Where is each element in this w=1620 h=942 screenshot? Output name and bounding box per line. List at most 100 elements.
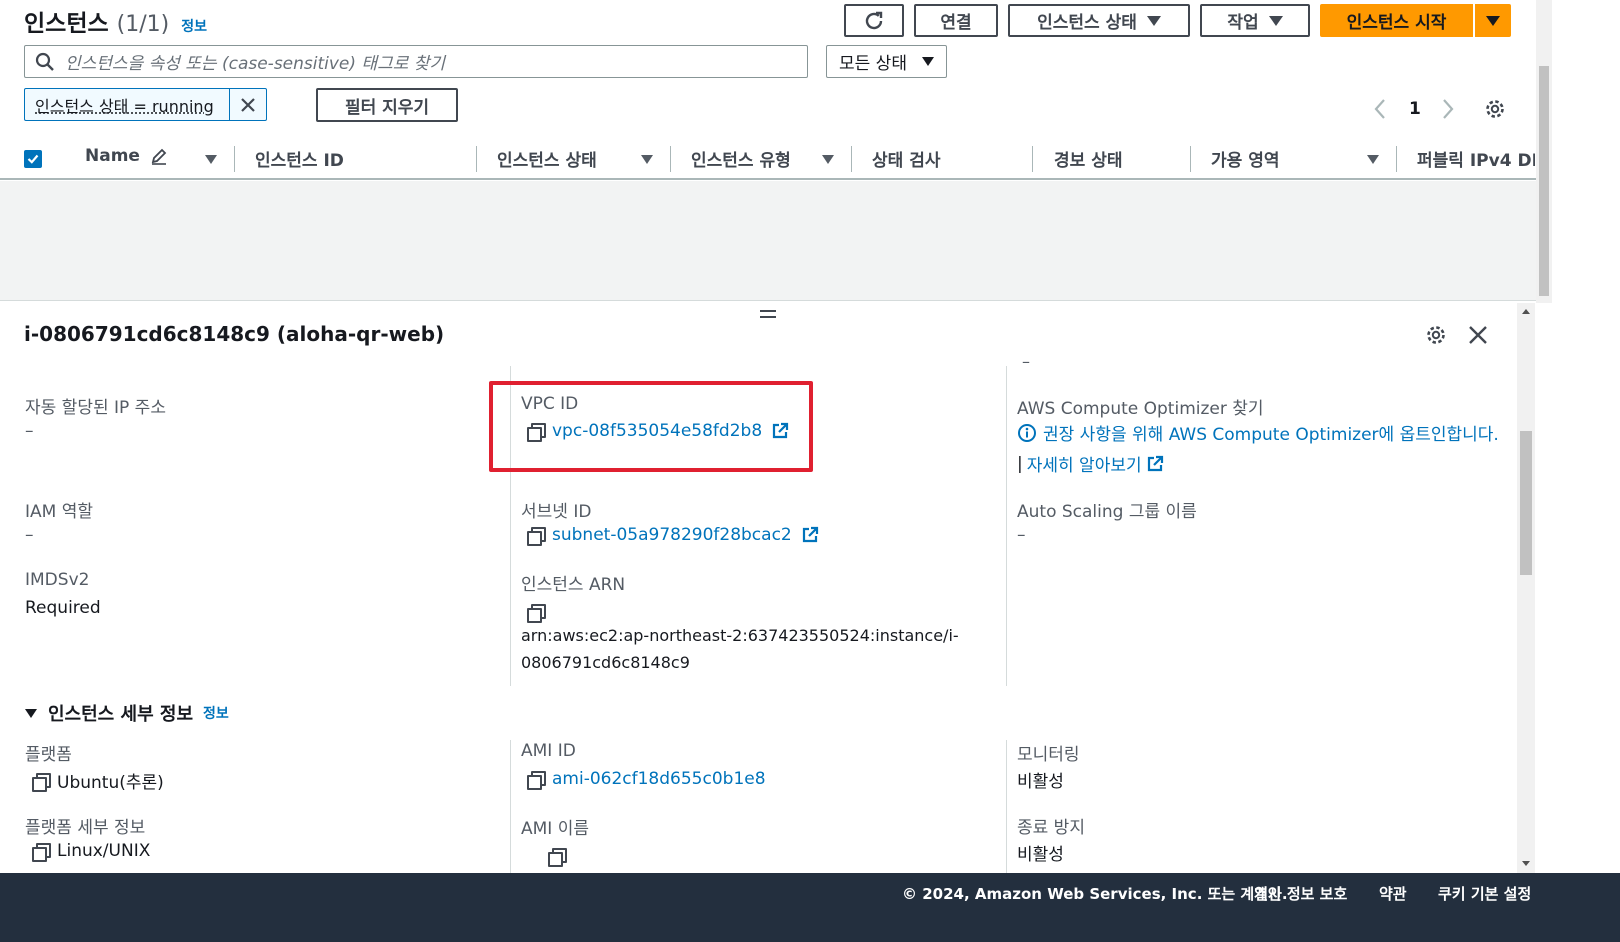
termination-protection-value: 비활성 xyxy=(1017,845,1064,865)
scroll-up-icon[interactable] xyxy=(1521,307,1531,315)
filter-caret-icon[interactable] xyxy=(1367,155,1379,164)
search-icon xyxy=(35,52,54,71)
info-link[interactable]: 정보 xyxy=(181,16,207,36)
external-link-icon xyxy=(773,422,789,439)
column-divider xyxy=(1006,366,1007,686)
platform-value: Ubuntu(추론) xyxy=(57,773,164,793)
caret-down-icon xyxy=(1146,15,1161,26)
footer xyxy=(0,873,1620,942)
imdsv2-label: IMDSv2 xyxy=(25,570,90,590)
footer-terms-link[interactable]: 약관 xyxy=(1379,883,1407,904)
subnet-id-row: subnet-05a978290f28bcac2 xyxy=(527,525,819,546)
filter-caret-icon[interactable] xyxy=(641,155,653,164)
subnet-id-link[interactable]: subnet-05a978290f28bcac2 xyxy=(552,525,792,545)
column-divider xyxy=(1006,740,1007,874)
instance-count: (1/1) xyxy=(116,12,170,37)
page-title: 인스턴스 xyxy=(24,11,109,37)
subnet-id-label: 서브넷 ID xyxy=(521,502,592,522)
table-settings-button[interactable] xyxy=(1484,98,1506,124)
copy-icon[interactable] xyxy=(32,843,51,862)
filter-caret-icon[interactable] xyxy=(205,155,217,164)
launch-instance-button[interactable]: 인스턴스 시작 xyxy=(1320,4,1473,37)
refresh-button[interactable] xyxy=(844,4,904,37)
column-header-instance-type[interactable]: 인스턴스 유형 xyxy=(691,146,791,171)
compute-optimizer-opt-in-link[interactable]: 권장 사항을 위해 AWS Compute Optimizer에 옵트인합니다. xyxy=(1043,420,1499,445)
detail-settings-button[interactable] xyxy=(1425,324,1447,350)
column-header-alarm-status[interactable]: 경보 상태 xyxy=(1054,146,1122,171)
learn-more-row: | 자세히 알아보기 xyxy=(1017,451,1164,476)
compute-optimizer-label: AWS Compute Optimizer 찾기 xyxy=(1017,399,1264,419)
close-detail-button[interactable] xyxy=(1468,325,1488,349)
vpc-id-link[interactable]: vpc-08f535054e58fd2b8 xyxy=(552,421,762,441)
copy-icon[interactable] xyxy=(527,603,546,623)
footer-privacy-link[interactable]: 개인 정보 보호 xyxy=(1254,883,1347,904)
copy-icon[interactable] xyxy=(527,423,546,442)
launch-instance-menu-button[interactable] xyxy=(1475,4,1511,37)
footer-copyright: © 2024, Amazon Web Services, Inc. 또는 계열사… xyxy=(902,885,1288,903)
actions-dropdown[interactable]: 작업 xyxy=(1200,4,1310,37)
close-icon xyxy=(241,97,255,112)
checkmark-icon xyxy=(27,154,39,164)
external-link-icon xyxy=(802,526,818,543)
instance-state-dropdown[interactable]: 인스턴스 상태 xyxy=(1008,4,1190,37)
state-filter-select[interactable]: 모든 상태 xyxy=(826,45,947,78)
detail-scrollbar[interactable] xyxy=(1517,303,1535,873)
column-header-status-check[interactable]: 상태 검사 xyxy=(872,146,940,171)
gear-icon xyxy=(1427,326,1445,344)
connect-button[interactable]: 연결 xyxy=(914,4,998,37)
main-scrollbar-thumb[interactable] xyxy=(1539,66,1549,296)
filter-token: 인스턴스 상태 = running xyxy=(24,88,267,121)
copy-icon[interactable] xyxy=(32,772,51,792)
info-icon xyxy=(1018,423,1036,442)
remove-filter-button[interactable] xyxy=(230,97,266,113)
next-page-button[interactable] xyxy=(1440,98,1456,124)
column-header-instance-state[interactable]: 인스턴스 상태 xyxy=(497,146,597,171)
column-header-instance-id[interactable]: 인스턴스 ID xyxy=(255,146,344,171)
ami-id-row: ami-062cf18d655c0b1e8 xyxy=(527,769,766,790)
column-header-availability-zone[interactable]: 가용 영역 xyxy=(1211,146,1279,171)
footer-cookies-link[interactable]: 쿠키 기본 설정 xyxy=(1438,883,1531,904)
detail-scrollbar-thumb[interactable] xyxy=(1520,431,1532,575)
caret-down-icon xyxy=(1268,15,1283,26)
copy-icon[interactable] xyxy=(527,771,546,790)
imdsv2-value: Required xyxy=(25,598,101,618)
info-link[interactable]: 정보 xyxy=(203,703,229,723)
iam-role-value: – xyxy=(25,525,34,545)
filter-caret-icon[interactable] xyxy=(822,155,834,164)
column-header-name[interactable]: Name xyxy=(85,146,168,166)
platform-row: Ubuntu(추론) xyxy=(32,768,164,793)
termination-protection-label: 종료 방지 xyxy=(1017,818,1085,838)
page-title-row: 인스턴스 (1/1) 정보 xyxy=(24,4,207,38)
clear-filters-button[interactable]: 필터 지우기 xyxy=(316,88,458,122)
platform-details-row: Linux/UNIX xyxy=(32,841,151,862)
ami-id-label: AMI ID xyxy=(521,741,576,761)
separator-bar: | xyxy=(1017,453,1023,474)
search-box[interactable]: 인스턴스을 속성 또는 (case-sensitive) 태그로 찾기 xyxy=(24,45,808,78)
instance-details-section-header[interactable]: 인스턴스 세부 정보 정보 xyxy=(24,700,229,726)
copy-icon[interactable] xyxy=(527,527,546,546)
platform-label: 플랫폼 xyxy=(25,745,72,765)
column-header-public-ipv4-dns[interactable]: 퍼블릭 IPv4 DN xyxy=(1417,146,1535,171)
select-all-checkbox[interactable] xyxy=(24,150,42,168)
ami-id-link[interactable]: ami-062cf18d655c0b1e8 xyxy=(552,769,766,789)
caret-down-icon xyxy=(922,57,934,66)
search-input[interactable]: 인스턴스을 속성 또는 (case-sensitive) 태그로 찾기 xyxy=(65,49,445,74)
page-number[interactable]: 1 xyxy=(1409,99,1421,119)
platform-details-value: Linux/UNIX xyxy=(57,841,151,861)
column-divider xyxy=(851,146,852,172)
scroll-down-icon[interactable] xyxy=(1521,860,1531,868)
monitoring-value: 비활성 xyxy=(1017,772,1064,792)
table-body xyxy=(0,181,1536,301)
caret-down-icon xyxy=(25,709,37,718)
auto-scaling-group-label: Auto Scaling 그룹 이름 xyxy=(1017,502,1197,522)
split-panel-drag-handle[interactable] xyxy=(760,310,776,320)
learn-more-link[interactable]: 자세히 알아보기 xyxy=(1027,451,1142,476)
close-icon xyxy=(1469,326,1487,344)
main-scrollbar[interactable] xyxy=(1536,0,1552,303)
column-divider xyxy=(1190,146,1191,172)
prev-page-button[interactable] xyxy=(1372,98,1388,124)
auto-ip-label: 자동 할당된 IP 주소 xyxy=(25,398,166,418)
column-divider xyxy=(234,146,235,172)
copy-icon[interactable] xyxy=(548,847,568,867)
column-divider xyxy=(1396,146,1397,172)
